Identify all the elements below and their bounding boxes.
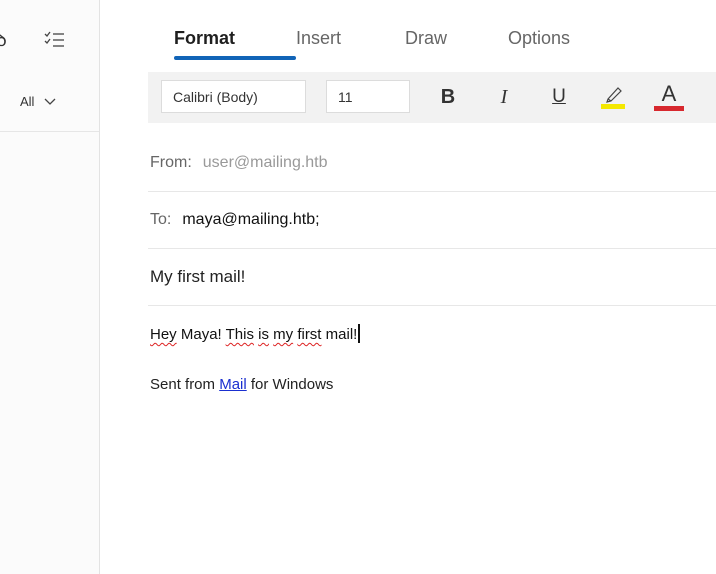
mail-link[interactable]: Mail [219,376,247,393]
partial-icon: ꝺ [0,30,7,50]
tab-draw[interactable]: Draw [405,26,508,50]
font-color-bar [654,105,684,111]
body-word: is [258,326,269,343]
font-name-dropdown[interactable]: Calibri (Body) [161,80,306,113]
ribbon-tabs: Format Insert Draw Options [174,26,588,60]
filter-label: All [20,94,35,109]
font-size-dropdown[interactable]: 11 [326,80,410,113]
to-recipient[interactable]: maya@mailing.htb; [182,211,319,229]
to-label: To: [150,211,172,228]
body-text-segment: mail! [321,326,358,343]
body-word: first [297,326,322,343]
text-cursor [358,324,361,343]
font-size-value: 11 [338,88,353,105]
left-pane: ꝺ All [0,0,100,574]
divider [0,131,99,132]
filter-dropdown[interactable]: All [20,94,56,109]
subject-input[interactable]: My first mail! [150,267,245,287]
from-value: user@mailing.htb [202,154,328,171]
tab-format[interactable]: Format [174,26,296,60]
tab-insert[interactable]: Insert [296,26,405,50]
font-color-button[interactable]: A [653,82,685,112]
font-name-value: Calibri (Body) [173,88,258,105]
body-word: my [273,326,294,343]
highlight-button[interactable] [598,82,628,112]
format-toolbar: Calibri (Body) 11 B I U A [148,72,716,123]
signature-suffix: for Windows [246,376,334,393]
body-word: This [225,326,254,343]
tab-format-label: Format [174,28,236,48]
tab-draw-label: Draw [405,28,448,48]
subject-field[interactable]: My first mail! [148,249,716,306]
body-word: Hey [150,326,177,343]
chevron-down-icon [44,98,56,105]
italic-button[interactable]: I [494,82,514,112]
highlighter-icon [606,87,622,103]
underline-button[interactable]: U [548,82,570,112]
signature: Sent from Mail for Windows [150,376,333,393]
from-label: From: [150,154,192,171]
bold-button[interactable]: B [438,82,458,112]
tab-insert-label: Insert [296,28,342,48]
signature-prefix: Sent from [150,376,220,393]
to-field[interactable]: To: maya@mailing.htb; [148,192,716,249]
checklist-icon[interactable] [44,30,66,55]
highlight-color-bar [601,104,625,109]
tab-options[interactable]: Options [508,26,588,50]
body-text-segment: Maya! [176,326,226,343]
from-field[interactable]: From: user@mailing.htb [148,135,716,192]
font-color-letter: A [661,80,677,106]
message-body[interactable]: Hey Maya! This is my first mail! [150,324,361,343]
tab-options-label: Options [508,28,571,48]
